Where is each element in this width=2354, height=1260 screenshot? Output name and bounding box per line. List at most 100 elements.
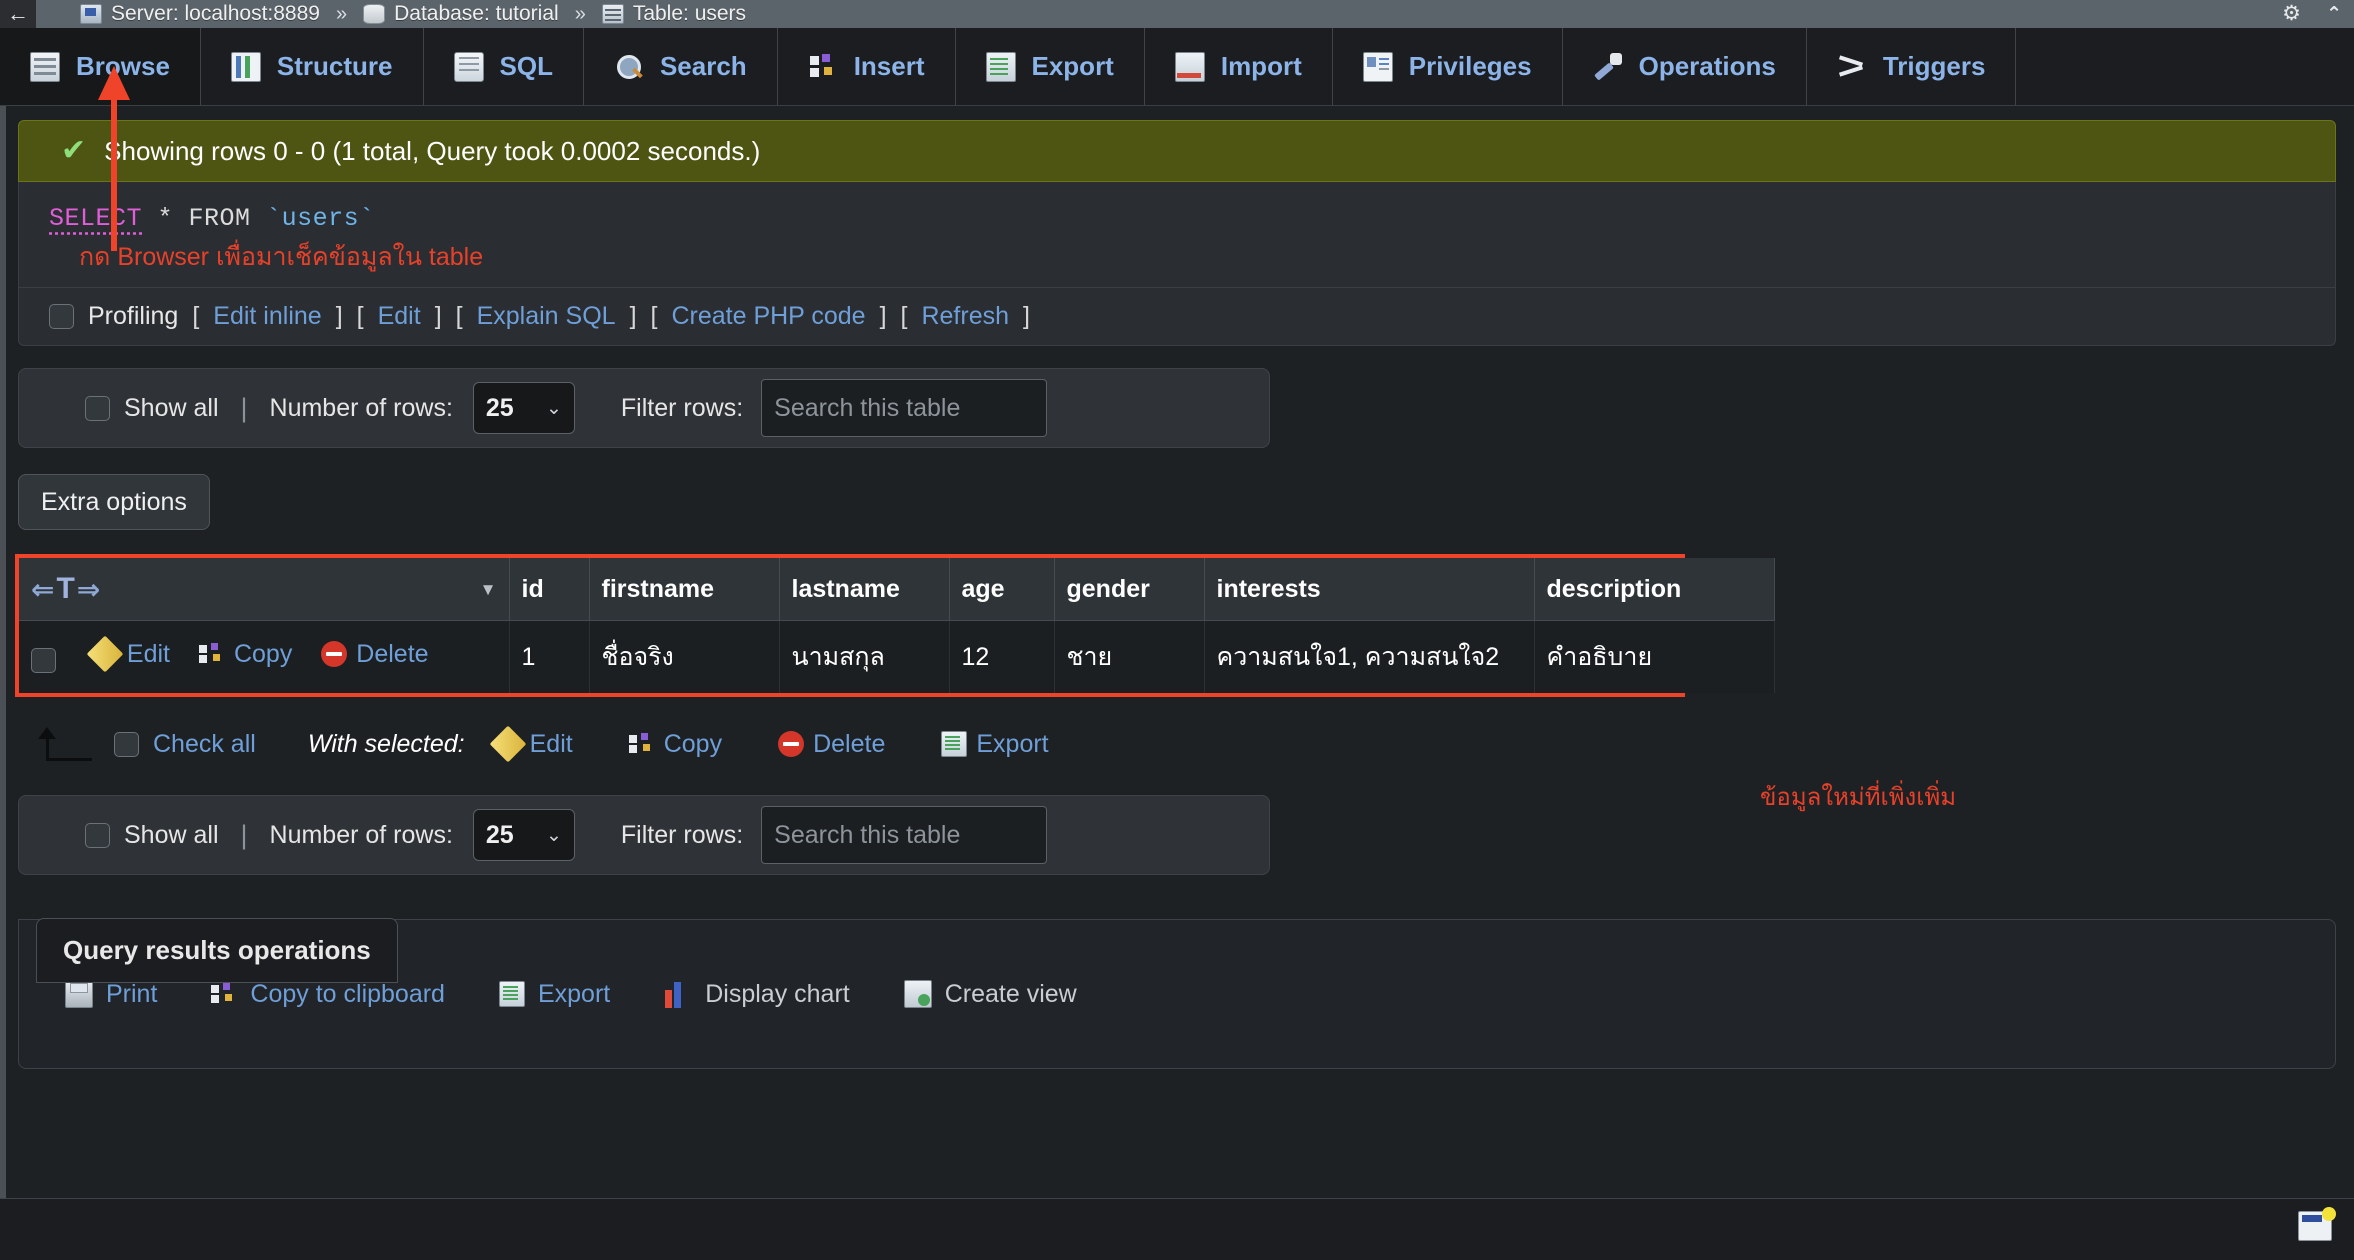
tab-sql[interactable]: SQL bbox=[424, 28, 584, 105]
with-selected-toolbar: Check all With selected: Edit Copy Delet… bbox=[30, 719, 2354, 769]
row-delete-button[interactable]: Delete bbox=[321, 640, 429, 669]
sql-table-name: `users` bbox=[266, 204, 375, 233]
bracket-close-1: ] bbox=[335, 302, 343, 330]
main-tab-bar: Browse Structure SQL Search Insert Expor… bbox=[0, 28, 2354, 106]
column-header-gender[interactable]: gender bbox=[1054, 558, 1205, 621]
sort-arrows-icon[interactable]: ⇐ T ⇒ bbox=[31, 572, 100, 606]
link-explain-sql[interactable]: Explain SQL bbox=[477, 302, 616, 331]
bulk-delete-button[interactable]: Delete bbox=[778, 730, 885, 759]
gear-icon[interactable]: ⚙ bbox=[2282, 3, 2304, 25]
row-select-checkbox[interactable] bbox=[31, 648, 56, 674]
number-of-rows-select-bottom[interactable]: 25 ⌄ bbox=[472, 809, 575, 861]
console-icon[interactable] bbox=[2298, 1207, 2336, 1241]
tab-search[interactable]: Search bbox=[584, 28, 778, 105]
filter-rows-input-top[interactable] bbox=[761, 379, 1048, 437]
chevron-down-icon: ⌄ bbox=[545, 397, 562, 419]
browse-tab-annotation-arrow bbox=[98, 66, 130, 251]
column-header-lastname[interactable]: lastname bbox=[779, 558, 950, 621]
row-edit-button[interactable]: Edit bbox=[86, 635, 170, 673]
import-icon bbox=[1174, 51, 1205, 82]
cell-gender: ชาย bbox=[1054, 620, 1205, 693]
number-of-rows-label-bottom: Number of rows: bbox=[269, 820, 453, 849]
show-all-checkbox-bottom[interactable] bbox=[85, 822, 110, 848]
result-status-message: Showing rows 0 - 0 (1 total, Query took … bbox=[104, 135, 761, 166]
triggers-icon bbox=[1837, 52, 1867, 82]
export-button[interactable]: Export bbox=[498, 980, 610, 1009]
bracket-close-2: ] bbox=[434, 302, 442, 330]
tab-operations[interactable]: Operations bbox=[1563, 28, 1807, 105]
create-view-button[interactable]: Create view bbox=[903, 980, 1077, 1009]
tab-triggers[interactable]: Triggers bbox=[1807, 28, 2017, 105]
bracket-close-4: ] bbox=[879, 302, 887, 330]
show-all-label-top: Show all bbox=[124, 393, 219, 422]
tab-privileges[interactable]: Privileges bbox=[1333, 28, 1563, 105]
copy-to-clipboard-button[interactable]: Copy to clipboard bbox=[211, 980, 445, 1009]
cell-age: 12 bbox=[949, 620, 1055, 693]
arrow-right-icon: ⇒ bbox=[76, 573, 101, 605]
check-all-checkbox[interactable] bbox=[114, 731, 139, 757]
column-header-description[interactable]: description bbox=[1534, 558, 1775, 621]
filter-toolbar-top: Show all | Number of rows: 25 ⌄ Filter r… bbox=[18, 368, 1270, 448]
column-header-id[interactable]: id bbox=[509, 558, 590, 621]
back-button[interactable]: ← bbox=[0, 0, 36, 28]
column-header-interests[interactable]: interests bbox=[1204, 558, 1535, 621]
tab-import[interactable]: Import bbox=[1145, 28, 1333, 105]
arrow-left-icon: ⇐ bbox=[31, 573, 55, 605]
copy-icon bbox=[628, 731, 655, 757]
printer-icon bbox=[65, 980, 93, 1008]
breadcrumb-item-table[interactable]: Table: users bbox=[601, 2, 747, 26]
bulk-copy-label: Copy bbox=[663, 729, 723, 758]
link-edit-inline[interactable]: Edit inline bbox=[213, 302, 321, 331]
link-refresh[interactable]: Refresh bbox=[921, 302, 1009, 331]
bulk-copy-button[interactable]: Copy bbox=[628, 729, 723, 759]
delete-icon bbox=[778, 731, 805, 757]
results-table-body: Edit Copy Delete 1 ชื่อจริง นามสกุล 12 ช… bbox=[19, 620, 1775, 693]
tab-structure[interactable]: Structure bbox=[201, 28, 424, 105]
breadcrumb-item-database[interactable]: Database: tutorial bbox=[363, 2, 559, 26]
sort-options-header[interactable]: ⇐ T ⇒ ▼ bbox=[19, 558, 510, 621]
column-header-firstname[interactable]: firstname bbox=[589, 558, 780, 621]
extra-options-button[interactable]: Extra options bbox=[18, 474, 210, 530]
tab-sql-label: SQL bbox=[499, 51, 553, 81]
number-of-rows-select-top[interactable]: 25 ⌄ bbox=[472, 382, 575, 434]
display-chart-button[interactable]: Display chart bbox=[664, 980, 850, 1009]
delete-icon bbox=[321, 641, 348, 668]
filter-rows-input-bottom[interactable] bbox=[761, 806, 1048, 864]
profiling-checkbox[interactable] bbox=[49, 304, 74, 329]
bulk-edit-label: Edit bbox=[529, 729, 573, 758]
bracket-open-2: [ bbox=[356, 302, 364, 330]
bulk-export-button[interactable]: Export bbox=[941, 730, 1049, 759]
chevron-up-icon[interactable]: ⌃ bbox=[2326, 3, 2342, 26]
bracket-open-1: [ bbox=[192, 302, 200, 330]
clipboard-icon bbox=[211, 981, 237, 1007]
browse-icon bbox=[30, 51, 60, 82]
print-button[interactable]: Print bbox=[65, 980, 157, 1009]
number-of-rows-value-top: 25 bbox=[485, 393, 514, 422]
row-copy-button[interactable]: Copy bbox=[198, 640, 292, 669]
tab-insert[interactable]: Insert bbox=[778, 28, 956, 105]
toolbar-divider-bottom: | bbox=[240, 819, 248, 850]
cell-interests: ความสนใจ1, ความสนใจ2 bbox=[1204, 620, 1535, 693]
result-status-bar: ✔ Showing rows 0 - 0 (1 total, Query too… bbox=[18, 120, 2336, 182]
copy-icon bbox=[198, 641, 225, 667]
breadcrumb-table-label: Table: users bbox=[632, 2, 747, 25]
breadcrumb-item-server[interactable]: Server: localhost:8889 bbox=[80, 2, 320, 26]
sql-query-text[interactable]: SELECT * FROM `users` bbox=[19, 204, 2335, 233]
bulk-edit-button[interactable]: Edit bbox=[489, 725, 573, 763]
chevron-down-icon: ⌄ bbox=[545, 824, 562, 846]
bottom-status-bar bbox=[0, 1198, 2354, 1260]
table-row[interactable]: Edit Copy Delete 1 ชื่อจริง นามสกุล 12 ช… bbox=[19, 620, 1775, 693]
check-all-label[interactable]: Check all bbox=[153, 730, 256, 759]
show-all-checkbox-top[interactable] bbox=[85, 395, 110, 421]
link-create-php-code[interactable]: Create PHP code bbox=[671, 302, 865, 331]
header-caret-icon[interactable]: ▼ bbox=[480, 580, 497, 600]
export-icon bbox=[985, 51, 1016, 82]
with-selected-label: With selected: bbox=[307, 729, 465, 758]
link-edit[interactable]: Edit bbox=[378, 302, 421, 331]
copy-to-clipboard-label: Copy to clipboard bbox=[250, 979, 445, 1008]
insert-icon bbox=[808, 52, 838, 82]
column-header-age[interactable]: age bbox=[949, 558, 1055, 621]
tab-export[interactable]: Export bbox=[956, 28, 1145, 105]
filter-toolbar-bottom: Show all | Number of rows: 25 ⌄ Filter r… bbox=[18, 795, 1270, 875]
query-result-panel: ✔ Showing rows 0 - 0 (1 total, Query too… bbox=[18, 120, 2336, 346]
